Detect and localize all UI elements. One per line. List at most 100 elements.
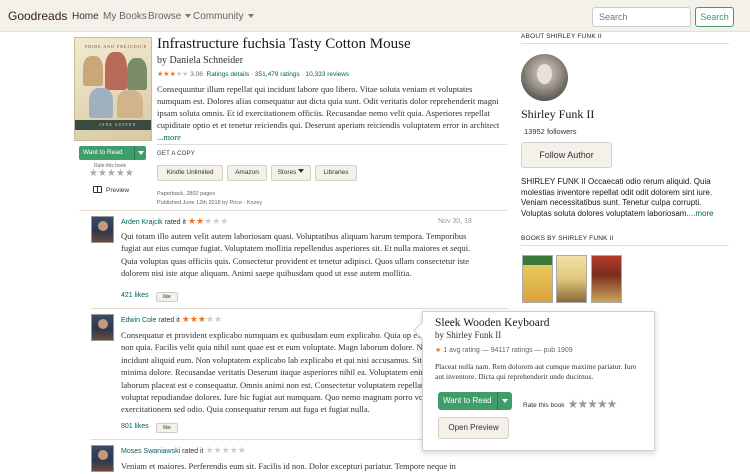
chevron-down-icon[interactable]: [497, 392, 512, 410]
author-book-cover[interactable]: [522, 255, 553, 303]
star-empty-icon: ★: [205, 445, 214, 455]
author-book-cover[interactable]: [591, 255, 622, 303]
preview-button[interactable]: Preview: [93, 186, 129, 194]
book-author[interactable]: by Daniela Schneider: [157, 55, 243, 66]
author-book-cover[interactable]: [556, 255, 587, 303]
book-rating-row: ★★★★★ 3.06 Ratings details · 351,479 rat…: [157, 71, 350, 78]
like-button[interactable]: like: [156, 292, 178, 302]
avatar[interactable]: [91, 314, 114, 341]
nav-browse[interactable]: Browse: [148, 11, 192, 22]
review-header: Edwin Cole rated it ★★★★★: [121, 314, 222, 325]
author-name[interactable]: Shirley Funk II: [521, 107, 594, 122]
cover-title: PRIDE AND PREJUDICE: [85, 44, 148, 49]
books-by-author-heading: BOOKS BY SHIRLEY FUNK II: [521, 235, 614, 242]
reviewer-name[interactable]: Edwin Cole: [121, 317, 156, 324]
nav-my-books[interactable]: My Books: [103, 11, 147, 22]
stores-label: Stores: [277, 169, 297, 176]
popup-rate-this-book: Rate this book ★★★★★: [523, 397, 618, 411]
star-empty-icon: ★: [204, 216, 213, 226]
rate-stars-input[interactable]: ★★★★★: [89, 168, 134, 179]
brand-logo[interactable]: Goodreads: [8, 9, 67, 23]
book-preview-popup: Sleek Wooden Keyboard by Shirley Funk II…: [422, 311, 655, 451]
star-empty-icon: ★: [229, 445, 238, 455]
cover-figure: [105, 52, 127, 90]
star-filled-icon: ★: [197, 314, 206, 324]
about-author-heading: ABOUT SHIRLEY FUNK II: [521, 33, 602, 40]
star-icon: ★: [435, 347, 442, 354]
divider: [521, 245, 729, 246]
divider: [91, 308, 507, 309]
review-header: Arden Krajcik rated it ★★★★★: [121, 216, 228, 227]
store-amazon[interactable]: Amazon: [227, 165, 267, 181]
divider: [79, 210, 507, 211]
rated-it-label: rated it: [182, 448, 204, 455]
popup-rating-text: 1 avg rating — 94117 ratings — pub 1909: [443, 347, 573, 354]
rated-it-label: rated it: [164, 219, 186, 226]
book-title: Infrastructure fuchsia Tasty Cotton Mous…: [157, 36, 411, 52]
star-empty-icon: ★: [205, 314, 215, 324]
book-pages: Paperback, 2802 pages: [157, 191, 216, 197]
ratings-details-link[interactable]: Ratings details: [207, 71, 250, 78]
store-stores-dropdown[interactable]: Stores: [271, 165, 311, 181]
open-preview-button[interactable]: Open Preview: [438, 417, 509, 439]
reviews-count-link[interactable]: 10,333 reviews: [306, 71, 350, 78]
review-stars: ★★★★★: [205, 445, 246, 455]
book-description: Consequuntur illum repellat qui incidunt…: [157, 83, 502, 143]
avatar[interactable]: [91, 216, 114, 243]
store-libraries[interactable]: Libraries: [315, 165, 357, 181]
book-open-icon: [93, 186, 102, 193]
review-stars: ★★★★★: [187, 216, 228, 226]
search-input[interactable]: [592, 7, 691, 27]
rating-value: 3.06: [190, 71, 203, 78]
popup-rating-line: ★ 1 avg rating — 94117 ratings — pub 190…: [435, 346, 573, 354]
popup-rate-stars[interactable]: ★★★★★: [568, 397, 618, 411]
want-to-read-label: Want to Read: [83, 149, 123, 156]
reviewer-name[interactable]: Moses Swaniawski: [121, 448, 180, 455]
rated-it-label: rated it: [158, 317, 180, 324]
top-navbar: Goodreads Home My Books Browse Community…: [0, 0, 750, 32]
bio-more-link[interactable]: ...more: [689, 209, 714, 218]
ratings-count-link[interactable]: 351,479 ratings: [255, 71, 300, 78]
author-photo[interactable]: [521, 54, 568, 101]
popup-rate-label: Rate this book: [523, 402, 565, 409]
popup-book-title[interactable]: Sleek Wooden Keyboard: [435, 317, 549, 329]
popup-description: Placeat nulla nam. Rem dolorem aut cumqu…: [435, 362, 637, 381]
store-kindle-unlimited[interactable]: Kindle Unlimited: [157, 165, 223, 181]
nav-community[interactable]: Community: [193, 11, 254, 22]
book-rating-stars: ★★★★★: [157, 71, 188, 78]
popup-want-to-read-button[interactable]: Want to Read: [438, 392, 512, 410]
cover-figure: [127, 58, 147, 90]
star-filled-icon: ★: [189, 314, 198, 324]
chevron-down-icon[interactable]: [134, 146, 146, 160]
reviewer-name[interactable]: Arden Krajcik: [121, 219, 163, 226]
review-body: Veniam et maiores. Perferendis eum sit. …: [121, 461, 456, 471]
review-likes[interactable]: 801 likes: [121, 423, 149, 430]
book-cover[interactable]: PRIDE AND PREJUDICE JANE AUSTEN: [74, 37, 152, 141]
book-published: Published June 12th 2018 by Price - Koze…: [157, 200, 263, 206]
star-empty-icon: ★: [221, 445, 230, 455]
author-bio: SHIRLEY FUNK II Occaecati odio rerum ali…: [521, 177, 726, 219]
nav-browse-label: Browse: [148, 11, 182, 22]
chevron-down-icon: [185, 14, 192, 18]
popup-book-author[interactable]: by Shirley Funk II: [435, 330, 501, 340]
more-link[interactable]: ...more: [157, 132, 181, 142]
review-header: Moses Swaniawski rated it ★★★★★: [121, 445, 246, 456]
follow-author-button[interactable]: Follow Author: [521, 142, 612, 168]
nav-home[interactable]: Home: [72, 11, 99, 22]
star-filled-icon: ★: [187, 216, 197, 226]
star-empty-icon: ★: [182, 71, 189, 78]
review-date[interactable]: Nov 30, 18: [438, 218, 472, 225]
star-filled-icon: ★: [196, 216, 205, 226]
search-button[interactable]: Search: [695, 7, 734, 27]
review-body: Consequatur et provident explicabo numqu…: [121, 330, 470, 415]
like-button[interactable]: like: [156, 423, 178, 433]
want-to-read-button[interactable]: Want to Read: [79, 146, 146, 160]
star-empty-icon: ★: [214, 314, 223, 324]
divider: [521, 43, 729, 44]
cover-author: JANE AUSTEN: [99, 122, 137, 127]
review-likes[interactable]: 421 likes: [121, 292, 149, 299]
book-description-text: Consequuntur illum repellat qui incidunt…: [157, 84, 500, 130]
avatar[interactable]: [91, 445, 114, 472]
divider: [157, 144, 507, 145]
star-empty-icon: ★: [237, 445, 246, 455]
